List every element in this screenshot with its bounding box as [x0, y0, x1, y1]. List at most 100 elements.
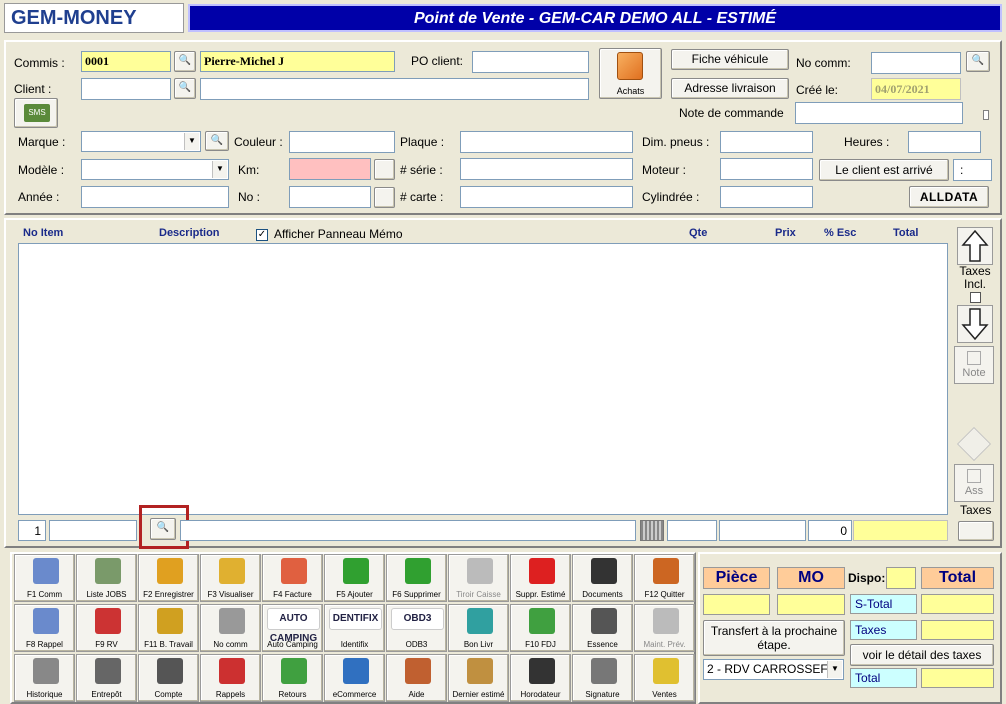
- no-edit-button[interactable]: [374, 187, 395, 208]
- no-input[interactable]: [289, 186, 371, 208]
- no-comm-button[interactable]: No comm: [200, 604, 261, 652]
- chevron-down-icon: ▼: [212, 161, 227, 178]
- fiche-vehicule-button[interactable]: Fiche véhicule: [671, 49, 789, 70]
- client-arrive-button[interactable]: Le client est arrivé: [819, 159, 949, 181]
- essence-button[interactable]: Essence: [572, 604, 633, 652]
- f6-supprimer-button[interactable]: F6 Supprimer: [386, 554, 447, 602]
- nocomm-search-button[interactable]: 🔍: [966, 51, 990, 72]
- memo-checkbox[interactable]: ✓: [256, 229, 268, 241]
- achats-button[interactable]: Achats: [599, 48, 662, 99]
- historique-button[interactable]: Historique: [14, 654, 75, 702]
- move-up-button[interactable]: [957, 227, 993, 265]
- maint-prev-icon: [653, 608, 679, 634]
- f11-b-travail-button[interactable]: F11 B. Travail: [138, 604, 199, 652]
- serie-input[interactable]: [460, 158, 633, 180]
- note-commande-input[interactable]: [795, 102, 963, 124]
- f5-ajouter-button[interactable]: F5 Ajouter: [324, 554, 385, 602]
- transfert-button[interactable]: Transfert à la prochaine étape.: [703, 620, 845, 656]
- compte-button[interactable]: Compte: [138, 654, 199, 702]
- taxes-side-field[interactable]: [958, 521, 994, 541]
- plaque-input[interactable]: [460, 131, 633, 153]
- heures-input[interactable]: [908, 131, 981, 153]
- f2-enregistrer-button[interactable]: F2 Enregistrer: [138, 554, 199, 602]
- dernier-estime-label: Dernier estimé: [452, 690, 505, 699]
- sms-button[interactable]: SMS: [14, 98, 58, 128]
- client-code-input[interactable]: [81, 78, 171, 100]
- po-input[interactable]: [472, 51, 589, 73]
- tire-icon: [640, 520, 664, 541]
- documents-button[interactable]: Documents: [572, 554, 633, 602]
- km-edit-button[interactable]: [374, 159, 395, 180]
- footer-search-button[interactable]: 🔍: [150, 518, 176, 540]
- note-scroll-handle[interactable]: [983, 110, 989, 120]
- f6-supprimer-icon: [405, 558, 431, 584]
- marque-search-button[interactable]: 🔍: [205, 131, 229, 151]
- horodateur-button[interactable]: Horodateur: [510, 654, 571, 702]
- adresse-livraison-button[interactable]: Adresse livraison: [671, 78, 789, 99]
- achats-label: Achats: [616, 86, 645, 96]
- ecommerce-button[interactable]: eCommerce: [324, 654, 385, 702]
- note-button[interactable]: Note: [954, 346, 994, 384]
- detail-taxes-button[interactable]: voir le détail des taxes: [850, 644, 994, 666]
- f3-visualiser-button[interactable]: F3 Visualiser: [200, 554, 261, 602]
- signature-button[interactable]: Signature: [572, 654, 633, 702]
- entrepot-button[interactable]: Entrepôt: [76, 654, 137, 702]
- annee-input[interactable]: [81, 186, 229, 208]
- alldata-button[interactable]: ALLDATA: [909, 186, 989, 208]
- client-search-button[interactable]: 🔍: [174, 78, 196, 99]
- aide-button[interactable]: Aide: [386, 654, 447, 702]
- f1-comm-button[interactable]: F1 Comm: [14, 554, 75, 602]
- f12-quitter-button[interactable]: F12 Quitter: [634, 554, 695, 602]
- taxes-field: [921, 620, 994, 640]
- footer-prix-input[interactable]: [719, 520, 806, 541]
- couleur-input[interactable]: [289, 131, 395, 153]
- nocomm-input[interactable]: [871, 52, 961, 74]
- f9-rv-button[interactable]: F9 RV: [76, 604, 137, 652]
- step-select[interactable]: 2 - RDV CARROSSEF ▼: [703, 659, 844, 680]
- dim-pneus-input[interactable]: [720, 131, 813, 153]
- maint-prev-button[interactable]: Maint. Prév.: [634, 604, 695, 652]
- modele-select[interactable]: ▼: [81, 159, 229, 180]
- bon-livr-button[interactable]: Bon Livr: [448, 604, 509, 652]
- ass-button[interactable]: Ass: [954, 464, 994, 502]
- cylindree-input[interactable]: [720, 186, 813, 208]
- commis-name-value: Pierre-Michel J: [204, 54, 285, 68]
- odb3-button[interactable]: OBD3 ODB3: [386, 604, 447, 652]
- carte-input[interactable]: [460, 186, 633, 208]
- achats-icon: [617, 52, 643, 80]
- f4-facture-button[interactable]: F4 Facture: [262, 554, 323, 602]
- ventes-button[interactable]: Ventes: [634, 654, 695, 702]
- items-list[interactable]: [18, 243, 948, 515]
- dernier-estime-button[interactable]: Dernier estimé: [448, 654, 509, 702]
- f2-enregistrer-label: F2 Enregistrer: [143, 590, 194, 599]
- client-name-input[interactable]: [200, 78, 589, 100]
- taxes-incl-checkbox[interactable]: [970, 292, 981, 303]
- move-down-button[interactable]: [957, 305, 993, 343]
- taxes-text: Taxes: [855, 623, 887, 637]
- footer-esc-input[interactable]: 0: [808, 520, 852, 541]
- aide-label: Aide: [408, 690, 425, 699]
- identifix-button[interactable]: DENTIFIX Identifix: [324, 604, 385, 652]
- f8-rappel-button[interactable]: F8 Rappel: [14, 604, 75, 652]
- footer-desc-input[interactable]: [180, 520, 636, 541]
- total-header: Total: [921, 567, 994, 589]
- liste-jobs-button[interactable]: Liste JOBS: [76, 554, 137, 602]
- commis-code-field[interactable]: 0001: [81, 51, 171, 72]
- marque-select[interactable]: ▼: [81, 131, 201, 152]
- f8-rappel-label: F8 Rappel: [26, 640, 63, 649]
- commis-name-field[interactable]: Pierre-Michel J: [200, 51, 395, 72]
- commis-search-button[interactable]: 🔍: [174, 51, 196, 72]
- f10-fdj-button[interactable]: F10 FDJ: [510, 604, 571, 652]
- time-input[interactable]: :: [953, 159, 992, 181]
- auto-camping-button[interactable]: AUTO CAMPING Auto Camping: [262, 604, 323, 652]
- footer-item-input[interactable]: [49, 520, 137, 541]
- retours-button[interactable]: Retours: [262, 654, 323, 702]
- moteur-input[interactable]: [720, 158, 813, 180]
- no-label: No :: [238, 190, 261, 204]
- rappels-button[interactable]: Rappels: [200, 654, 261, 702]
- tiroir-caisse-button[interactable]: Tiroir Caisse: [448, 554, 509, 602]
- footer-qte-input[interactable]: [667, 520, 717, 541]
- km-input[interactable]: [289, 158, 371, 180]
- suppr-estime-button[interactable]: Suppr. Estimé: [510, 554, 571, 602]
- f4-facture-icon: [281, 558, 307, 584]
